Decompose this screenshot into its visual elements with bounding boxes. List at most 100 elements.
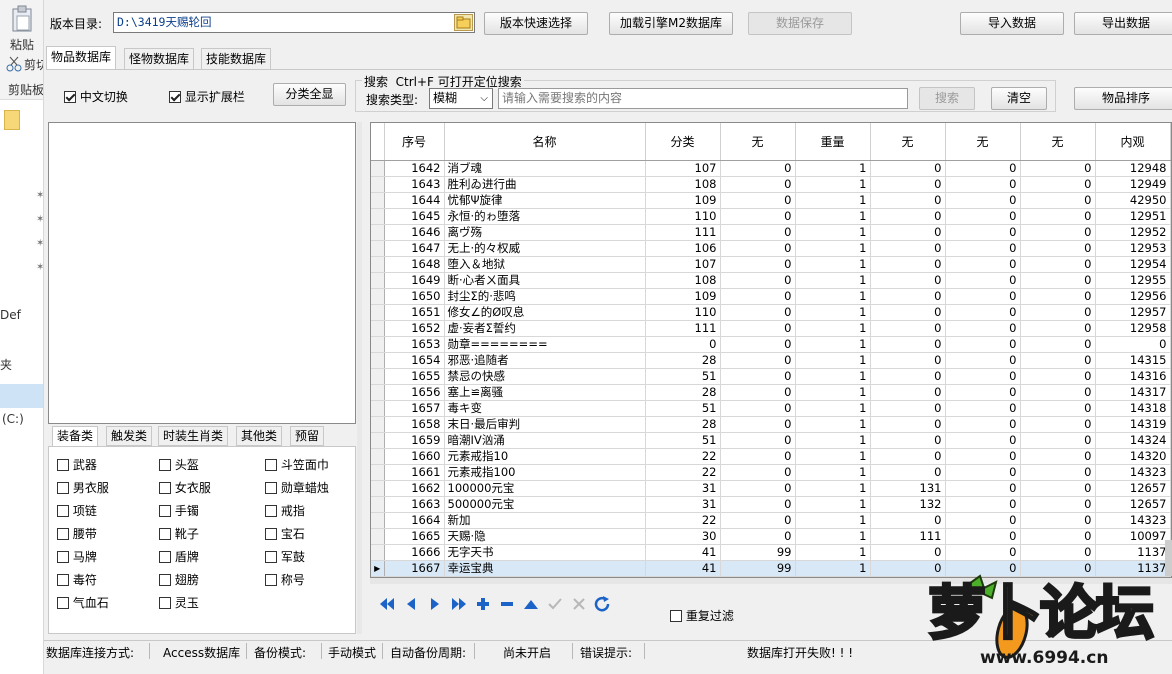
table-cell[interactable]: 1 bbox=[795, 272, 871, 289]
table-cell[interactable]: 22 bbox=[645, 464, 721, 481]
table-cell[interactable]: 0 bbox=[945, 224, 1021, 241]
row-indicator[interactable] bbox=[371, 432, 385, 449]
table-row[interactable]: 1653 勋章======== 0 0 1 0 0 0 0 bbox=[371, 336, 1171, 353]
table-cell[interactable]: 12657 bbox=[1095, 480, 1171, 497]
category-checkbox[interactable]: 项链 bbox=[57, 502, 97, 519]
table-cell[interactable]: 0 bbox=[1095, 336, 1171, 353]
table-cell[interactable]: 1654 bbox=[384, 352, 445, 369]
category-checkbox[interactable]: 女衣服 bbox=[159, 479, 211, 496]
tab-trigger[interactable]: 触发类 bbox=[106, 426, 153, 446]
table-cell[interactable]: 100000元宝 bbox=[444, 480, 646, 497]
grid-column-header[interactable]: 无 bbox=[720, 123, 796, 161]
table-cell[interactable]: 0 bbox=[870, 464, 946, 481]
table-cell[interactable]: 暗潮IV汹涌 bbox=[444, 432, 646, 449]
delete-icon[interactable] bbox=[498, 596, 516, 612]
table-row[interactable]: 1663 500000元宝 31 0 1 132 0 0 12657 bbox=[371, 496, 1171, 513]
table-cell[interactable]: 12948 bbox=[1095, 160, 1171, 177]
table-cell[interactable]: 0 bbox=[945, 528, 1021, 545]
row-indicator[interactable] bbox=[371, 224, 385, 241]
table-cell[interactable]: 0 bbox=[945, 384, 1021, 401]
table-row[interactable]: 1657 毒キ变 51 0 1 0 0 0 14318 bbox=[371, 400, 1171, 417]
table-cell[interactable]: 12953 bbox=[1095, 240, 1171, 257]
splitter[interactable] bbox=[357, 122, 362, 634]
table-cell[interactable]: 1645 bbox=[384, 208, 445, 225]
table-cell[interactable]: 无上·的々权威 bbox=[444, 240, 646, 257]
table-cell[interactable]: 0 bbox=[945, 320, 1021, 337]
table-cell[interactable]: 0 bbox=[870, 368, 946, 385]
table-cell[interactable]: 0 bbox=[870, 384, 946, 401]
table-cell[interactable]: 0 bbox=[1020, 320, 1096, 337]
row-indicator[interactable] bbox=[371, 160, 385, 177]
table-row[interactable]: 1660 元素戒指10 22 0 1 0 0 0 14320 bbox=[371, 448, 1171, 465]
table-cell[interactable]: 禁忌の快感 bbox=[444, 368, 646, 385]
show-all-categories-button[interactable]: 分类全显 bbox=[273, 83, 346, 106]
table-cell[interactable]: 0 bbox=[945, 272, 1021, 289]
table-cell[interactable]: 0 bbox=[720, 464, 796, 481]
table-cell[interactable]: 12954 bbox=[1095, 256, 1171, 273]
category-checkbox[interactable]: 毒符 bbox=[57, 571, 97, 588]
row-indicator[interactable] bbox=[371, 304, 385, 321]
table-row[interactable]: 1652 虚·妄者Σ誓约 111 0 1 0 0 0 12958 bbox=[371, 320, 1171, 337]
row-indicator[interactable] bbox=[371, 384, 385, 401]
table-cell[interactable]: 0 bbox=[870, 160, 946, 177]
table-cell[interactable]: 1 bbox=[795, 304, 871, 321]
table-cell[interactable]: 0 bbox=[870, 240, 946, 257]
table-row[interactable]: 1651 修女∠的Ø叹息 110 0 1 0 0 0 12957 bbox=[371, 304, 1171, 321]
table-cell[interactable]: 0 bbox=[720, 176, 796, 193]
table-cell[interactable]: 1650 bbox=[384, 288, 445, 305]
table-cell[interactable]: 0 bbox=[720, 448, 796, 465]
table-cell[interactable]: 0 bbox=[720, 224, 796, 241]
table-cell[interactable]: 0 bbox=[870, 256, 946, 273]
table-cell[interactable]: 0 bbox=[945, 352, 1021, 369]
table-cell[interactable]: 30 bbox=[645, 528, 721, 545]
table-cell[interactable]: 0 bbox=[945, 160, 1021, 177]
category-checkbox[interactable]: 斗笠面巾 bbox=[265, 456, 329, 473]
table-cell[interactable]: 1648 bbox=[384, 256, 445, 273]
clear-button[interactable]: 清空 bbox=[991, 87, 1047, 110]
table-row[interactable]: 1658 末日·最后审判 28 0 1 0 0 0 14319 bbox=[371, 416, 1171, 433]
table-cell[interactable]: 消ブ魂 bbox=[444, 160, 646, 177]
items-grid[interactable]: 序号 名称 分类无重量无无无内观 1642 消ブ魂 107 0 1 0 0 0 12948 1643 胜… bbox=[370, 122, 1172, 578]
table-cell[interactable]: 0 bbox=[870, 304, 946, 321]
table-row[interactable]: 1665 天赐·隐 30 0 1 111 0 0 10097 bbox=[371, 528, 1171, 545]
table-cell[interactable]: 22 bbox=[645, 448, 721, 465]
table-cell[interactable]: 1652 bbox=[384, 320, 445, 337]
table-cell[interactable]: 1 bbox=[795, 432, 871, 449]
table-cell[interactable]: 51 bbox=[645, 432, 721, 449]
table-cell[interactable]: 12657 bbox=[1095, 496, 1171, 513]
table-cell[interactable]: 0 bbox=[945, 368, 1021, 385]
table-cell[interactable]: 胜利ゐ进行曲 bbox=[444, 176, 646, 193]
table-cell[interactable]: 0 bbox=[1020, 368, 1096, 385]
table-cell[interactable]: 0 bbox=[720, 416, 796, 433]
table-cell[interactable]: 1 bbox=[795, 224, 871, 241]
table-cell[interactable]: 109 bbox=[645, 288, 721, 305]
category-checkbox[interactable]: 翅膀 bbox=[159, 571, 199, 588]
category-checkbox[interactable]: 腰带 bbox=[57, 525, 97, 542]
category-checkbox[interactable]: 头盔 bbox=[159, 456, 199, 473]
table-cell[interactable]: 1643 bbox=[384, 176, 445, 193]
table-cell[interactable]: 天赐·隐 bbox=[444, 528, 646, 545]
table-cell[interactable]: 0 bbox=[945, 240, 1021, 257]
table-cell[interactable]: 110 bbox=[645, 304, 721, 321]
table-cell[interactable]: 0 bbox=[945, 192, 1021, 209]
category-checkbox[interactable]: 勋章蜡烛 bbox=[265, 479, 329, 496]
row-indicator[interactable] bbox=[371, 512, 385, 529]
table-cell[interactable]: 1 bbox=[795, 160, 871, 177]
row-indicator[interactable] bbox=[371, 496, 385, 513]
table-row[interactable]: 1649 断·心者ㄨ面具 108 0 1 0 0 0 12955 bbox=[371, 272, 1171, 289]
table-row[interactable]: 1659 暗潮IV汹涌 51 0 1 0 0 0 14324 bbox=[371, 432, 1171, 449]
table-cell[interactable]: 0 bbox=[720, 512, 796, 529]
category-checkbox[interactable]: 称号 bbox=[265, 571, 305, 588]
folder-browse-button[interactable] bbox=[454, 14, 473, 31]
table-cell[interactable]: 1653 bbox=[384, 336, 445, 353]
export-data-button[interactable]: 导出数据 bbox=[1074, 12, 1172, 35]
table-cell[interactable]: 31 bbox=[645, 480, 721, 497]
table-cell[interactable]: 0 bbox=[870, 336, 946, 353]
table-cell[interactable]: 1660 bbox=[384, 448, 445, 465]
table-cell[interactable]: 99 bbox=[720, 544, 796, 561]
quick-select-button[interactable]: 版本快速选择 bbox=[484, 12, 588, 35]
table-cell[interactable]: 0 bbox=[945, 304, 1021, 321]
table-cell[interactable]: 塞上≌离骚 bbox=[444, 384, 646, 401]
table-cell[interactable]: 0 bbox=[720, 480, 796, 497]
table-cell[interactable]: 14323 bbox=[1095, 512, 1171, 529]
